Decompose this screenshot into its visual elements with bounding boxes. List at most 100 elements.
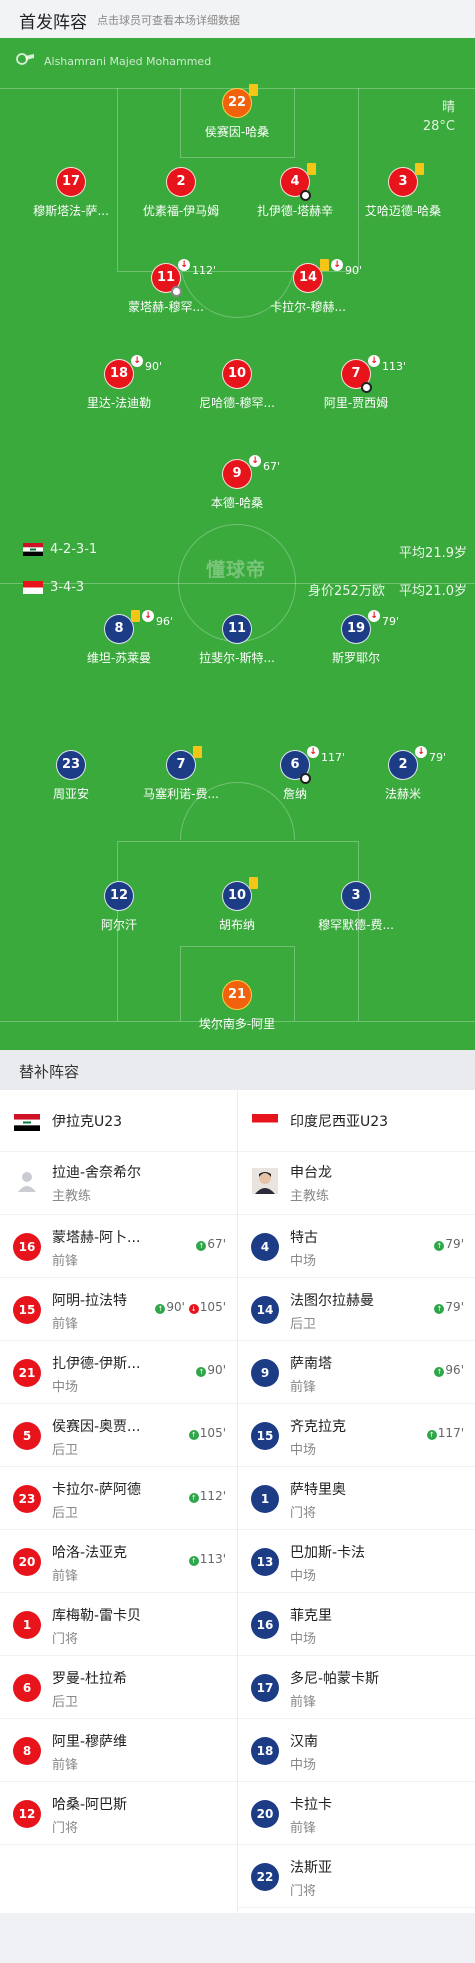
sub-time: 79' bbox=[429, 751, 447, 764]
sub-player-position: 后卫 bbox=[52, 1695, 79, 1710]
whistle-icon bbox=[16, 53, 34, 65]
away-market-value: 身价252万欧 bbox=[308, 584, 385, 599]
sub-player-name: 库梅勒-雷卡贝 bbox=[52, 1608, 142, 1624]
away-player-23[interactable]: 23 周亚安 bbox=[21, 750, 121, 802]
home-sub-row[interactable]: 8 阿里-穆萨维 前锋 bbox=[0, 1719, 237, 1782]
home-sub-row[interactable]: 1 库梅勒-雷卡贝 门将 bbox=[0, 1593, 237, 1656]
away-sub-row[interactable]: 22 法斯亚 门将 bbox=[238, 1845, 475, 1908]
iraq-flag-icon bbox=[23, 543, 43, 556]
player-number-badge: 14 ↓ 90' bbox=[293, 259, 362, 293]
sub-in-time: 113' bbox=[199, 1552, 226, 1566]
home-sub-row[interactable]: 23 卡拉尔-萨阿德 后卫 ↑ 112' bbox=[0, 1467, 237, 1530]
away-avg-age: 平均21.0岁 bbox=[399, 584, 467, 599]
indonesia-flag-icon bbox=[252, 1114, 278, 1131]
yellow-card-icon bbox=[307, 163, 316, 175]
home-sub-row[interactable]: 21 扎伊德-伊斯... 中场 ↑ 90' bbox=[0, 1341, 237, 1404]
home-player-4[interactable]: 4 扎伊德-塔赫辛 bbox=[245, 163, 345, 219]
home-sub-row[interactable]: 5 侯赛因-奥贾... 后卫 ↑ 105' bbox=[0, 1404, 237, 1467]
home-player-14[interactable]: 14 ↓ 90' 卡拉尔-穆赫... bbox=[258, 259, 362, 315]
home-sub-row[interactable]: 20 哈洛-法亚克 前锋 ↑ 113' bbox=[0, 1530, 237, 1593]
away-sub-row[interactable]: 20 卡拉卡 前锋 bbox=[238, 1782, 475, 1845]
sub-number-badge: 16 bbox=[251, 1611, 279, 1639]
away-player-19[interactable]: 19 ↓ 79' 斯罗耶尔 bbox=[306, 610, 406, 666]
away-coach[interactable]: 申台龙 主教练 bbox=[238, 1152, 475, 1215]
sub-time-info: ↑ 67' bbox=[196, 1237, 226, 1251]
sub-number-badge: 4 bbox=[251, 1233, 279, 1261]
coach-role: 主教练 bbox=[52, 1189, 92, 1204]
sub-player-name: 法图尔拉赫曼 bbox=[290, 1293, 374, 1309]
yellow-card-icon bbox=[193, 746, 202, 758]
sub-number-badge: 13 bbox=[251, 1548, 279, 1576]
home-coach[interactable]: 拉迪-舍奈希尔 主教练 bbox=[0, 1152, 237, 1215]
home-player-2[interactable]: 2 优素福-伊马姆 bbox=[131, 167, 231, 219]
away-team-header[interactable]: 印度尼西亚U23 bbox=[238, 1090, 475, 1152]
away-player-21[interactable]: 21 埃尔南多-阿里 bbox=[187, 980, 287, 1032]
away-player-10[interactable]: 10 胡布纳 bbox=[187, 877, 287, 933]
player-number-badge: 10 bbox=[222, 359, 252, 389]
away-player-12[interactable]: 12 阿尔汗 bbox=[69, 881, 169, 933]
player-name: 艾哈迈德-哈桑 bbox=[364, 204, 442, 218]
player-number-badge: 11 bbox=[222, 614, 252, 644]
home-player-7[interactable]: 7 ↓ 113' 阿里-贾西姆 bbox=[306, 355, 406, 411]
sub-player-position: 后卫 bbox=[290, 1317, 317, 1332]
home-team-header[interactable]: 伊拉克U23 bbox=[0, 1090, 237, 1152]
home-sub-row[interactable]: 6 罗曼-杜拉希 后卫 bbox=[0, 1656, 237, 1719]
yellow-card-icon bbox=[320, 259, 329, 271]
away-sub-row[interactable]: 13 巴加斯-卡法 中场 bbox=[238, 1530, 475, 1593]
sub-time-info: ↑ 90' bbox=[196, 1363, 226, 1377]
away-sub-row[interactable]: 14 法图尔拉赫曼 后卫 ↑ 79' bbox=[238, 1278, 475, 1341]
away-player-8[interactable]: 8 ↓ 96' 维坦-苏莱曼 bbox=[69, 610, 173, 666]
home-player-3[interactable]: 3 艾哈迈德-哈桑 bbox=[353, 163, 453, 219]
player-name: 法赫米 bbox=[384, 787, 421, 801]
away-sub-row[interactable]: 15 齐克拉克 中场 ↑ 117' bbox=[238, 1404, 475, 1467]
sub-player-name: 萨特里奥 bbox=[290, 1482, 346, 1498]
sub-time: 96' bbox=[156, 615, 174, 628]
away-sub-row[interactable]: 9 萨南塔 前锋 ↑ 96' bbox=[238, 1341, 475, 1404]
sub-in-icon: ↑ bbox=[434, 1367, 445, 1377]
sub-in-icon: ↑ bbox=[188, 1430, 199, 1440]
temperature-text: 28°C bbox=[422, 119, 455, 134]
home-player-9[interactable]: 9 ↓ 67' 本德-哈桑 bbox=[187, 455, 287, 511]
away-player-3[interactable]: 3 穆罕默德-费... bbox=[306, 881, 406, 933]
sub-out-icon: ↓ bbox=[368, 610, 380, 622]
home-player-17[interactable]: 17 穆斯塔法-萨... bbox=[21, 167, 121, 219]
sub-player-name: 多尼-帕蒙卡斯 bbox=[290, 1671, 380, 1687]
sub-number-badge: 18 bbox=[251, 1737, 279, 1765]
sub-player-name: 蒙塔赫-阿卜... bbox=[52, 1230, 141, 1246]
home-sub-row[interactable]: 12 哈桑-阿巴斯 门将 bbox=[0, 1782, 237, 1845]
subs-title: 替补阵容 bbox=[19, 1063, 80, 1081]
assist-icon bbox=[171, 286, 182, 297]
sub-player-name: 特古 bbox=[290, 1230, 318, 1246]
away-player-2[interactable]: 2 ↓ 79' 法赫米 bbox=[353, 746, 453, 802]
player-name: 尼哈德-穆罕... bbox=[199, 396, 275, 410]
player-number-badge: 9 ↓ 67' bbox=[222, 455, 280, 489]
sub-out-icon: ↓ bbox=[368, 355, 380, 367]
sub-number-badge: 14 bbox=[251, 1296, 279, 1324]
away-player-11[interactable]: 11 拉斐尔-斯特... bbox=[187, 614, 287, 666]
sub-in-icon: ↑ bbox=[196, 1367, 207, 1377]
sub-time: 67' bbox=[263, 460, 281, 473]
goal-ball-icon bbox=[300, 190, 311, 201]
away-player-6[interactable]: 6 ↓ 117' 詹纳 bbox=[245, 746, 345, 802]
away-sub-row[interactable]: 16 菲克里 中场 bbox=[238, 1593, 475, 1656]
away-sub-row[interactable]: 18 汉南 中场 bbox=[238, 1719, 475, 1782]
home-player-22[interactable]: 22 侯赛因-哈桑 bbox=[187, 84, 287, 140]
player-name: 蒙塔赫-穆罕... bbox=[128, 300, 204, 314]
home-avg-age: 平均21.9岁 bbox=[399, 546, 467, 561]
home-player-10[interactable]: 10 尼哈德-穆罕... bbox=[187, 359, 287, 411]
player-name: 维坦-苏莱曼 bbox=[86, 651, 152, 665]
away-sub-row[interactable]: 4 特古 中场 ↑ 79' bbox=[238, 1215, 475, 1278]
away-player-7[interactable]: 7 马塞利诺-费... bbox=[131, 746, 231, 802]
home-player-18[interactable]: 18 ↓ 90' 里达-法迪勒 bbox=[69, 355, 169, 411]
home-sub-row[interactable]: 15 阿明-拉法特 前锋 ↑ 90' ↓ 105' bbox=[0, 1278, 237, 1341]
home-sub-row[interactable]: 16 蒙塔赫-阿卜... 前锋 ↑ 67' bbox=[0, 1215, 237, 1278]
sub-time-info: ↑ 90' ↓ 105' bbox=[155, 1300, 226, 1314]
sub-number-badge: 5 bbox=[13, 1422, 41, 1450]
player-number-badge: 7 bbox=[166, 746, 202, 780]
player-name: 里达-法迪勒 bbox=[86, 396, 152, 410]
sub-player-name: 哈洛-法亚克 bbox=[52, 1545, 128, 1561]
home-player-11[interactable]: 11 ↓ 112' 蒙塔赫-穆罕... bbox=[116, 259, 216, 315]
away-sub-row[interactable]: 1 萨特里奥 门将 bbox=[238, 1467, 475, 1530]
sub-number-badge: 9 bbox=[251, 1359, 279, 1387]
away-sub-row[interactable]: 17 多尼-帕蒙卡斯 前锋 bbox=[238, 1656, 475, 1719]
